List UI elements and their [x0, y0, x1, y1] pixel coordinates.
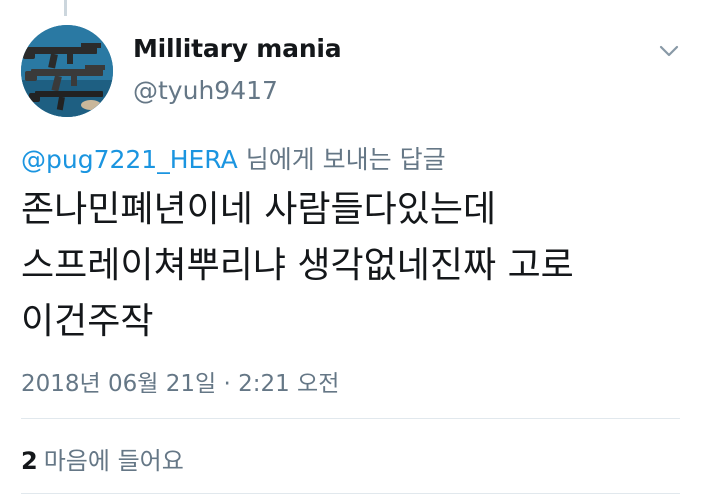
thread-connector-line	[64, 0, 67, 16]
avatar[interactable]	[21, 25, 113, 117]
tweet-text-line: 존나민폐년이네 사람들다있는데	[21, 189, 497, 230]
user-handle[interactable]: @tyuh9417	[133, 76, 278, 105]
likes-label: 마음에 들어요	[43, 447, 184, 475]
reply-suffix-label: 님에게 보내는 답글	[237, 145, 446, 174]
tweet-text: 존나민폐년이네 사람들다있는데 스프레이쳐뿌리냐 생각없네진짜 고로 이건주작	[21, 182, 681, 350]
reply-mention-link[interactable]: @pug7221_HERA	[21, 145, 238, 174]
divider	[21, 418, 680, 419]
divider	[21, 493, 680, 494]
likes-count: 2	[21, 447, 38, 475]
tweet-detail: Millitary mania @tyuh9417 @pug7221_HERA …	[0, 0, 701, 495]
display-name[interactable]: Millitary mania	[133, 34, 342, 63]
avatar-rifles-image	[21, 25, 113, 117]
tweet-timestamp[interactable]: 2018년 06월 21일 · 2:21 오전	[21, 364, 339, 398]
tweet-text-line: 이건주작	[21, 301, 154, 342]
tweet-text-line: 스프레이쳐뿌리냐 생각없네진짜 고로	[21, 245, 574, 286]
chevron-down-icon[interactable]	[656, 38, 682, 64]
reply-context: @pug7221_HERA 님에게 보내는 답글	[21, 140, 446, 176]
likes-stat[interactable]: 2 마음에 들어요	[21, 441, 184, 476]
